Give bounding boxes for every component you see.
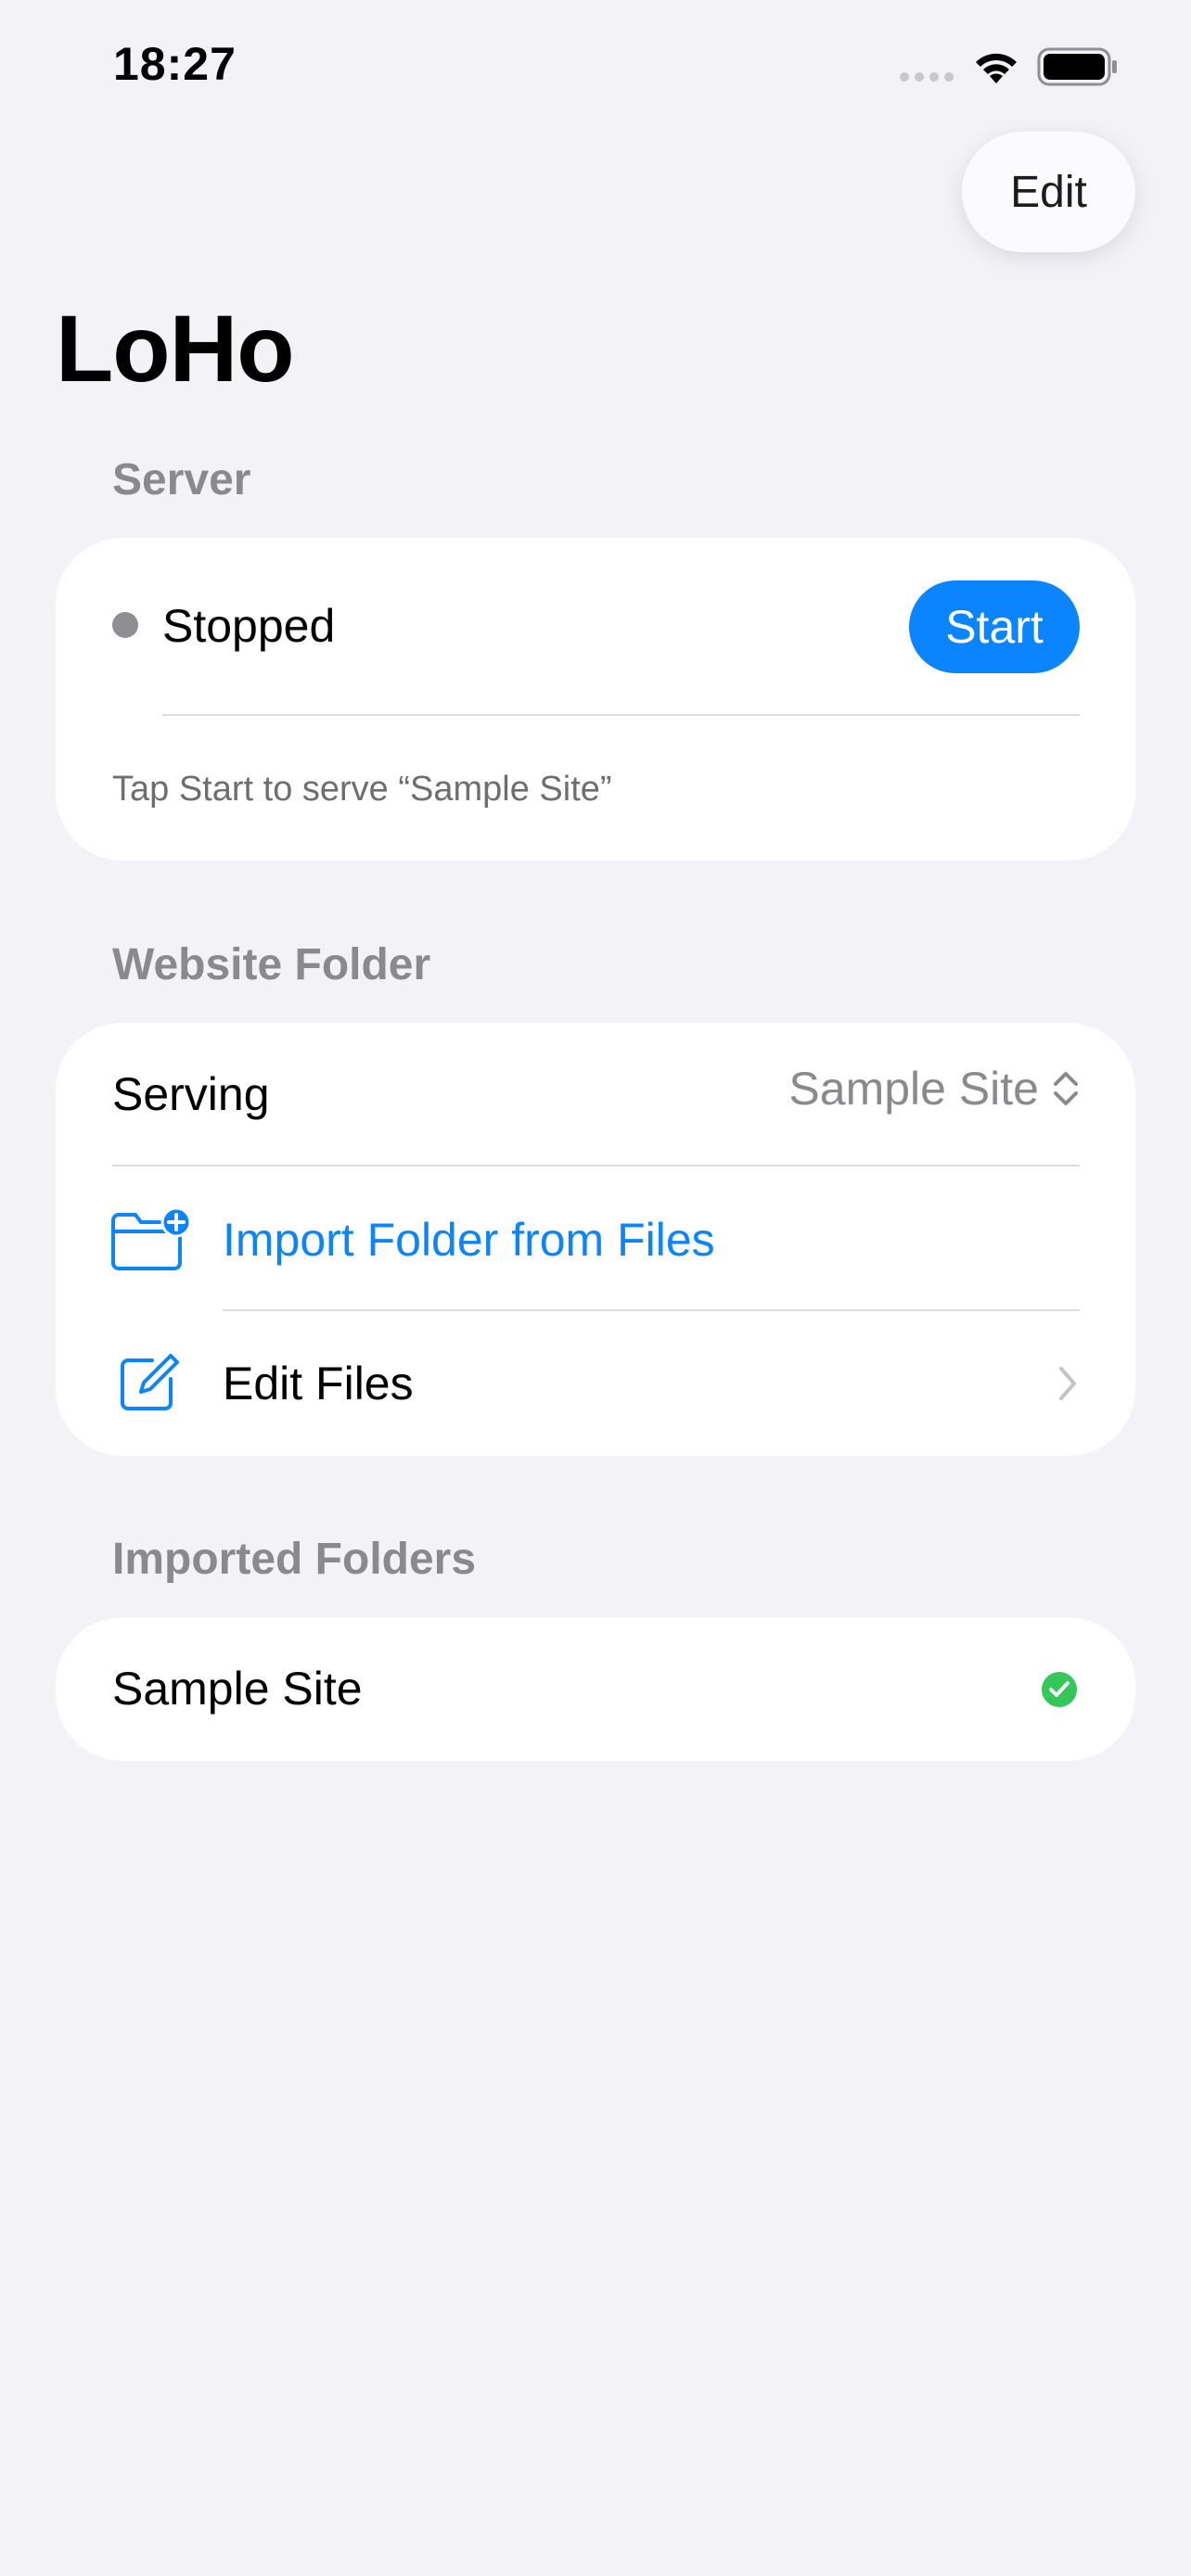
edit-files-label: Edit Files [223,1358,414,1409]
imported-folder-name: Sample Site [112,1663,363,1715]
server-section-header: Server [112,455,251,504]
server-footnote: Tap Start to serve “Sample Site” [112,770,612,809]
page-title: LoHo [56,296,295,402]
imported-folders-card: Sample Site [56,1617,1135,1761]
folder-plus-icon [111,1207,192,1270]
serving-picker[interactable]: Sample Site [788,1062,1080,1116]
serving-row[interactable]: Serving Sample Site [56,1023,1135,1167]
server-card: Stopped Start Tap Start to serve “Sample… [56,538,1135,861]
server-status-dot [112,612,138,638]
start-button[interactable]: Start [909,580,1080,673]
import-folder-label: Import Folder from Files [223,1214,715,1266]
divider [223,1309,1080,1311]
checkmark-circle-icon [1042,1672,1077,1707]
website-folder-card: Serving Sample Site Import Folder from F… [56,1023,1135,1456]
chevron-right-icon [1059,1367,1076,1400]
edit-button[interactable]: Edit [962,132,1135,252]
imported-folders-section-header: Imported Folders [112,1535,477,1584]
server-status-text: Stopped [162,600,336,652]
list-item[interactable]: Sample Site [56,1617,1135,1761]
chevron-up-down-icon [1054,1072,1078,1105]
serving-label: Serving [112,1068,270,1120]
serving-value: Sample Site [788,1063,1039,1115]
import-folder-row[interactable]: Import Folder from Files [56,1167,1135,1312]
divider [162,714,1080,716]
battery-icon [1037,47,1117,86]
website-folder-section-header: Website Folder [112,940,431,989]
cellular-signal-icon [900,72,954,82]
square-pencil-icon [121,1354,179,1410]
status-time: 18:27 [113,38,237,90]
status-bar: 18:27 [0,0,1191,139]
edit-files-row[interactable]: Edit Files [56,1312,1135,1456]
divider [112,1165,1080,1167]
wifi-icon [976,53,1017,83]
